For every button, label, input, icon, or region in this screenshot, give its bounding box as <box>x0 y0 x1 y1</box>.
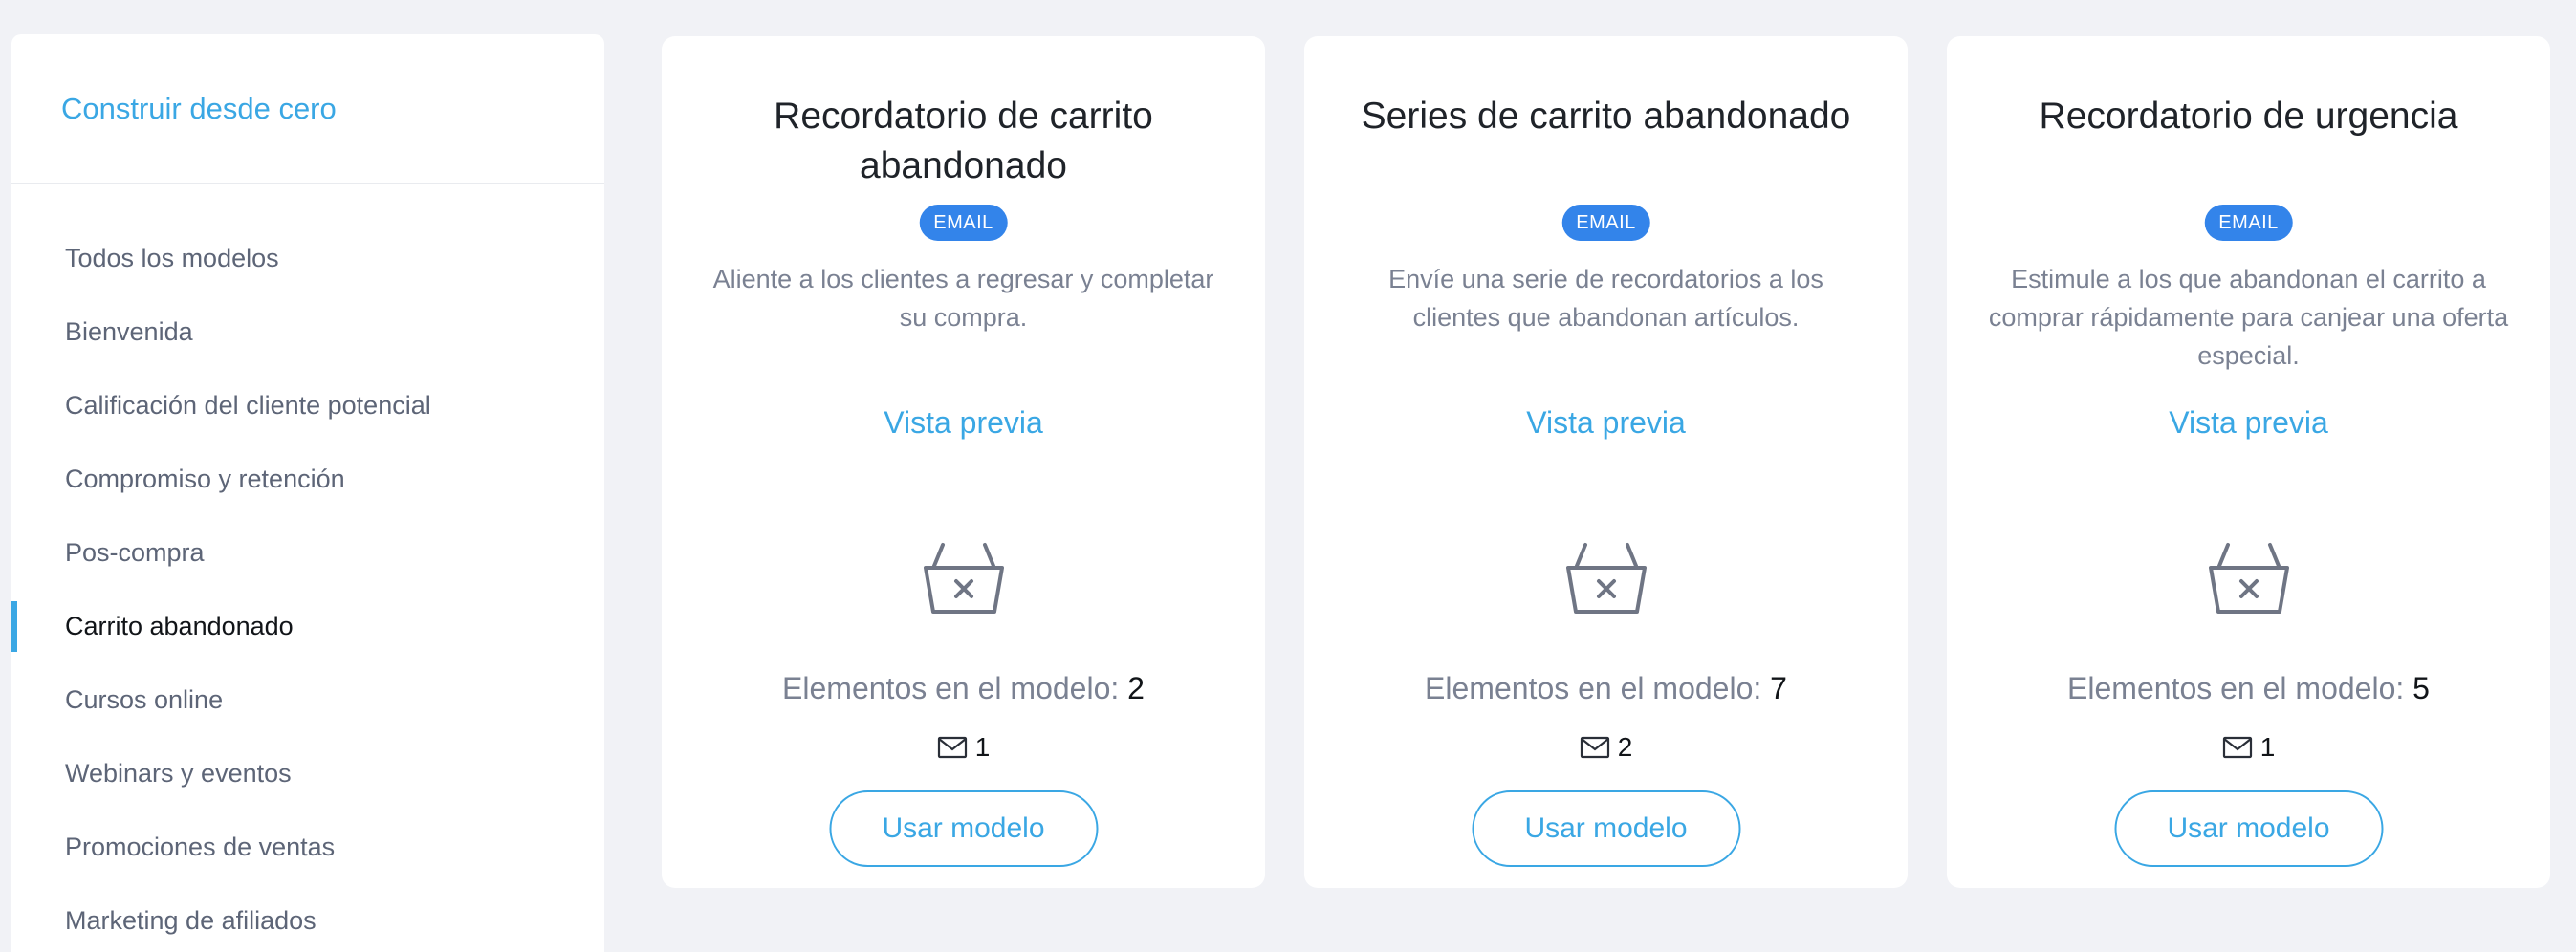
email-count-row: 1 <box>1947 732 2550 763</box>
use-template-button[interactable]: Usar modelo <box>829 790 1098 867</box>
email-count: 1 <box>2259 732 2276 762</box>
card-description: Aliente a los clientes a regresar y comp… <box>712 265 1214 332</box>
channel-badge: EMAIL <box>1561 205 1650 241</box>
email-count-row: 2 <box>1304 732 1908 763</box>
elements-label: Elementos en el modelo: <box>1425 671 1762 705</box>
sidebar-item-webinars[interactable]: Webinars y eventos <box>11 737 604 811</box>
build-from-scratch-link[interactable]: Construir desde cero <box>61 92 337 126</box>
sidebar-item-carrito-abandonado[interactable]: Carrito abandonado <box>11 590 604 663</box>
sidebar-item-compromiso[interactable]: Compromiso y retención <box>11 443 604 516</box>
channel-badge: EMAIL <box>919 205 1008 241</box>
preview-link[interactable]: Vista previa <box>1947 405 2550 441</box>
abandoned-basket-icon <box>2208 543 2289 614</box>
abandoned-basket-icon <box>1565 543 1647 614</box>
page: Construir desde cero Todos los modelos B… <box>0 0 2576 952</box>
sidebar-item-todos-los-modelos[interactable]: Todos los modelos <box>11 222 604 295</box>
category-list: Todos los modelos Bienvenida Calificació… <box>11 184 604 952</box>
elements-count-row: Elementos en el modelo: 2 <box>662 671 1265 706</box>
elements-label: Elementos en el modelo: <box>782 671 1120 705</box>
card-title: Recordatorio de carrito abandonado <box>774 96 1153 186</box>
card-description: Estimule a los que abandonan el carrito … <box>1988 265 2509 370</box>
elements-count-row: Elementos en el modelo: 5 <box>1947 671 2550 706</box>
sidebar: Construir desde cero Todos los modelos B… <box>11 34 604 952</box>
sidebar-item-bienvenida[interactable]: Bienvenida <box>11 295 604 369</box>
sidebar-item-pos-compra[interactable]: Pos-compra <box>11 516 604 590</box>
envelope-icon <box>937 736 967 759</box>
template-card: Recordatorio de carrito abandonado EMAIL… <box>662 36 1265 888</box>
envelope-icon <box>2222 736 2252 759</box>
use-template-button[interactable]: Usar modelo <box>2114 790 2383 867</box>
elements-count: 2 <box>1127 671 1145 705</box>
preview-link[interactable]: Vista previa <box>1304 405 1908 441</box>
use-template-button[interactable]: Usar modelo <box>1472 790 1740 867</box>
email-count-row: 1 <box>662 732 1265 763</box>
template-card: Recordatorio de urgencia EMAIL Estimule … <box>1947 36 2550 888</box>
elements-label: Elementos en el modelo: <box>2067 671 2405 705</box>
sidebar-header: Construir desde cero <box>11 34 604 184</box>
envelope-icon <box>1580 736 1609 759</box>
abandoned-basket-icon <box>923 543 1004 614</box>
card-title: Recordatorio de urgencia <box>2039 96 2458 137</box>
sidebar-item-promociones[interactable]: Promociones de ventas <box>11 811 604 884</box>
elements-count-row: Elementos en el modelo: 7 <box>1304 671 1908 706</box>
sidebar-item-cursos-online[interactable]: Cursos online <box>11 663 604 737</box>
card-title: Series de carrito abandonado <box>1361 96 1851 137</box>
sidebar-item-marketing-afiliados[interactable]: Marketing de afiliados <box>11 884 604 952</box>
card-description: Envíe una serie de recordatorios a los c… <box>1388 265 1823 332</box>
elements-count: 5 <box>2412 671 2430 705</box>
channel-badge: EMAIL <box>2204 205 2293 241</box>
elements-count: 7 <box>1770 671 1787 705</box>
email-count: 1 <box>974 732 991 762</box>
email-count: 2 <box>1617 732 1633 762</box>
preview-link[interactable]: Vista previa <box>662 405 1265 441</box>
template-card: Series de carrito abandonado EMAIL Envíe… <box>1304 36 1908 888</box>
sidebar-item-calificacion[interactable]: Calificación del cliente potencial <box>11 369 604 443</box>
